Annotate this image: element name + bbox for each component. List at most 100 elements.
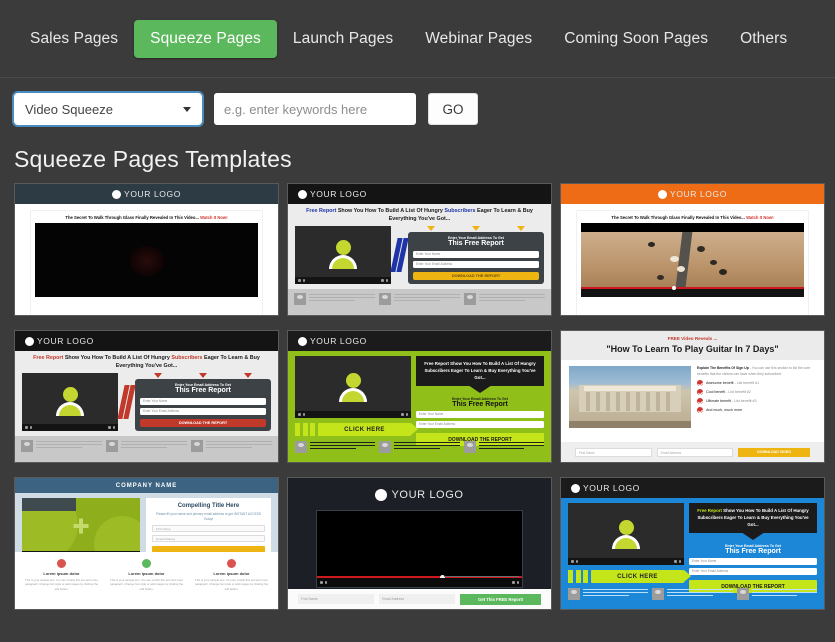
template-headline: Free Report Show You How To Build A List… [306, 208, 533, 222]
template-card-7[interactable]: COMPANY NAME Compelling Title Here Pleas… [14, 477, 279, 610]
circle-logo-icon [658, 189, 668, 199]
template-card-4[interactable]: YOUR LOGO Free Report Show You How To Bu… [14, 330, 279, 463]
avatar [294, 293, 306, 305]
avatar [463, 441, 476, 453]
template-headline: Free Report Show You How To Build A List… [689, 503, 817, 534]
category-select-value: Video Squeeze [25, 101, 113, 117]
optin-form[interactable]: Enter Your Email Address To Get This Fre… [135, 378, 271, 432]
benefit-item: Ultimate benefit - List benefit #3 [697, 398, 816, 405]
name-field[interactable]: Enter Your Name [416, 411, 544, 419]
tab-launch-pages[interactable]: Launch Pages [277, 20, 409, 58]
testimonials-strip [561, 585, 824, 609]
filter-toolbar: Video Squeeze GO [0, 78, 835, 140]
feature-icon [57, 559, 66, 568]
optin-form[interactable]: First Name Email Address DOWNLOAD VIDEO [561, 442, 824, 462]
chevron-down-icon [183, 106, 191, 112]
avatar [568, 588, 580, 600]
circle-logo-icon [298, 336, 307, 346]
down-arrows-icon [135, 372, 271, 378]
template-logo-bar: YOUR LOGO [288, 485, 551, 505]
logo-text: YOUR LOGO [583, 483, 640, 493]
download-button[interactable]: DOWNLOAD THE REPORT [140, 419, 266, 428]
logo-text: YOUR LOGO [310, 336, 367, 346]
logo-text: YOUR LOGO [670, 189, 727, 199]
feature-icon [142, 559, 151, 568]
submit-button[interactable]: Get This FREE Report! [460, 593, 541, 605]
circle-logo-icon [112, 189, 122, 199]
name-field[interactable]: Enter Your Name [140, 398, 266, 406]
primary-navigation: Sales Pages Squeeze Pages Launch Pages W… [0, 0, 835, 78]
feature-icon [227, 559, 236, 568]
go-button[interactable]: GO [428, 93, 478, 125]
template-header: FREE Video Reveals ... "How To Learn To … [561, 331, 824, 360]
template-logo-bar: YOUR LOGO [288, 331, 551, 351]
download-button[interactable]: DOWNLOAD THE REPORT [413, 272, 539, 281]
first-name-field[interactable]: First Name [575, 447, 652, 457]
first-name-field[interactable]: First Name [298, 594, 375, 604]
video-thumbnail [581, 223, 804, 297]
template-logo-bar: YOUR LOGO [288, 184, 551, 204]
template-card-5[interactable]: YOUR LOGO CLICK HERE Free Report Show Yo… [287, 330, 552, 463]
testimonials-strip [15, 436, 278, 462]
email-field[interactable]: Email Address [379, 594, 456, 604]
template-card-2[interactable]: YOUR LOGO Free Report Show You How To Bu… [287, 183, 552, 316]
download-button[interactable]: DOWNLOAD VIDEO [738, 447, 811, 457]
check-circle-icon [697, 380, 703, 387]
benefit-item: Cool benefit - List benefit #2 [697, 389, 816, 396]
circle-logo-icon [25, 336, 34, 346]
template-grid: YOUR LOGO The Secret To Walk Through Gla… [0, 183, 835, 610]
avatar [736, 588, 749, 600]
tab-coming-soon-pages[interactable]: Coming Soon Pages [548, 20, 724, 58]
testimonials-strip [288, 289, 551, 315]
template-card-6[interactable]: FREE Video Reveals ... "How To Learn To … [560, 330, 825, 463]
click-here-button[interactable]: CLICK HERE [318, 423, 418, 436]
template-logo-bar: YOUR LOGO [561, 478, 824, 498]
page-title: Squeeze Pages Templates [14, 146, 292, 172]
company-name-bar: COMPANY NAME [15, 478, 278, 493]
tab-sales-pages[interactable]: Sales Pages [14, 20, 134, 58]
avatar [106, 440, 118, 452]
email-field[interactable]: Enter Your Email Address [416, 421, 544, 429]
email-field[interactable]: Enter Your Email Address [140, 408, 266, 416]
optin-form[interactable]: Enter Your Email Address To Get This Fre… [408, 231, 544, 285]
tab-squeeze-pages[interactable]: Squeeze Pages [134, 19, 277, 58]
template-headline: Free Report Show You How To Build A List… [33, 355, 260, 369]
email-field[interactable]: Email Address [152, 534, 265, 542]
video-thumbnail [316, 510, 523, 588]
avatar [379, 441, 392, 453]
template-headline: Free Report Show You How To Build A List… [416, 356, 544, 387]
template-card-9[interactable]: YOUR LOGO CLICK HERE Free Report Show Yo… [560, 477, 825, 610]
template-headline: The Secret To Walk Through Glass Finally… [611, 215, 774, 220]
avatar [21, 440, 33, 452]
category-select[interactable]: Video Squeeze [14, 93, 202, 125]
optin-form[interactable]: First Name Email Address Get This FREE R… [288, 589, 551, 609]
circle-logo-icon [571, 483, 580, 493]
template-card-1[interactable]: YOUR LOGO The Secret To Walk Through Gla… [14, 183, 279, 316]
check-circle-icon [697, 407, 703, 414]
feature-item: Lorem ipsum dolor This is your sample te… [104, 559, 189, 602]
click-here-button[interactable]: CLICK HERE [591, 570, 691, 583]
template-card-8[interactable]: YOUR LOGO First Name Email Address Get T… [287, 477, 552, 610]
first-name-field[interactable]: First Name [152, 524, 265, 532]
video-thumbnail [35, 223, 258, 297]
template-logo-bar: YOUR LOGO [15, 331, 278, 351]
email-field[interactable]: Email Address [656, 447, 734, 457]
tab-others[interactable]: Others [724, 20, 803, 58]
search-input[interactable] [214, 93, 416, 125]
video-thumbnail [568, 503, 684, 565]
email-field[interactable]: Enter Your Email Address [689, 568, 817, 576]
template-logo-bar: YOUR LOGO [15, 184, 278, 204]
avatar [191, 440, 203, 452]
tab-webinar-pages[interactable]: Webinar Pages [409, 20, 548, 58]
template-card-3[interactable]: YOUR LOGO The Secret To Walk Through Gla… [560, 183, 825, 316]
avatar [652, 588, 665, 600]
video-thumbnail [22, 372, 118, 431]
video-thumbnail [295, 356, 411, 418]
template-headline: The Secret To Walk Through Glass Finally… [65, 215, 228, 220]
circle-logo-icon [298, 189, 307, 199]
email-field[interactable]: Enter Your Email Address [413, 261, 539, 269]
name-field[interactable]: Enter Your Name [413, 251, 539, 259]
circle-logo-icon [375, 489, 388, 501]
name-field[interactable]: Enter Your Name [689, 558, 817, 566]
avatar [379, 293, 391, 305]
